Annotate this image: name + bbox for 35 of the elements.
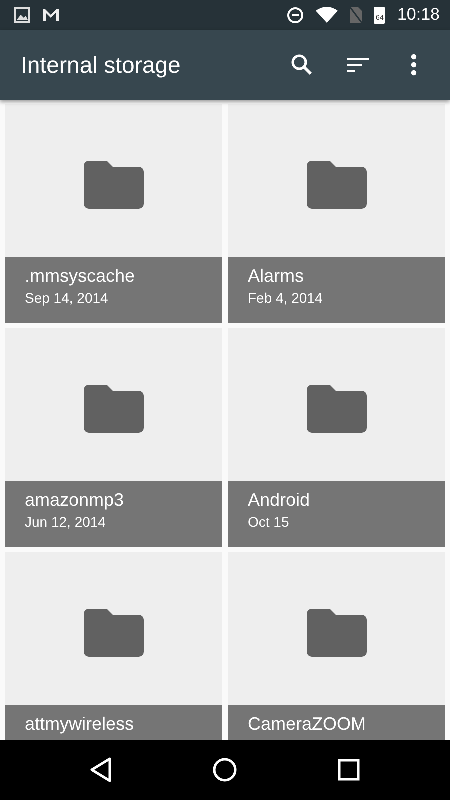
folder-name: .mmsyscache	[25, 266, 136, 286]
folder-date: Jun 12, 2014	[25, 514, 107, 530]
folder-name: Android	[248, 490, 312, 510]
folder-date: Feb 4, 2014	[248, 290, 324, 306]
home-icon[interactable]	[212, 758, 237, 782]
no-sim-icon	[350, 7, 362, 23]
image-icon	[14, 7, 30, 23]
folder-tile[interactable]: Alarms Feb 4, 2014	[228, 104, 445, 323]
folder-name: Alarms	[248, 266, 306, 286]
do-not-disturb-icon	[287, 6, 304, 24]
folder-name: amazonmp3	[25, 490, 126, 510]
mail-icon	[42, 8, 60, 22]
folder-icon	[306, 384, 366, 432]
wifi-icon	[316, 7, 338, 23]
folder-tile[interactable]: .mmsyscache Sep 14, 2014	[5, 104, 222, 323]
folder-icon	[306, 160, 366, 208]
folder-name: CameraZOOM	[248, 714, 368, 734]
folder-tile[interactable]: attmywireless	[5, 552, 222, 740]
folder-date: Oct 15	[248, 514, 290, 530]
folder-tile[interactable]: Android Oct 15	[228, 328, 445, 547]
folder-icon	[306, 608, 366, 656]
folder-icon	[84, 384, 144, 432]
clock-time: 10:18	[397, 5, 440, 25]
folder-date: Sep 14, 2014	[25, 290, 110, 306]
search-icon	[291, 54, 313, 76]
back-icon[interactable]	[90, 757, 112, 783]
screen-title: Internal storage	[21, 52, 182, 78]
folder-icon	[84, 160, 144, 208]
folder-tile[interactable]: CameraZOOM	[228, 552, 445, 740]
folder-name: attmywireless	[25, 714, 136, 734]
recents-icon[interactable]	[338, 759, 360, 781]
folder-icon	[84, 608, 144, 656]
folder-tile[interactable]: amazonmp3 Jun 12, 2014	[5, 328, 222, 547]
sort-icon	[347, 57, 369, 73]
more-options-icon	[411, 54, 417, 76]
